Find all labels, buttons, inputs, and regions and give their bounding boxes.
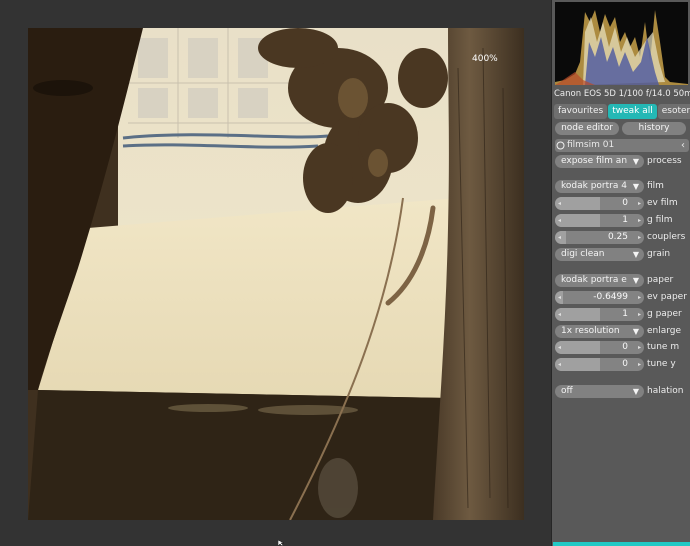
- slider-fill: [555, 308, 600, 321]
- tab-bar: favouritestweak allesoteric: [554, 104, 690, 120]
- module-toggle-icon[interactable]: [556, 141, 565, 150]
- tune-m-slider[interactable]: ◂ 0 ▸: [555, 341, 644, 354]
- param-grain: digi clean ▼ grain: [555, 248, 689, 262]
- tune-m-value: 0: [622, 342, 628, 352]
- photo-preview[interactable]: [28, 28, 524, 520]
- grain-select[interactable]: digi clean ▼: [555, 248, 644, 261]
- tune-y-slider[interactable]: ◂ 0 ▸: [555, 358, 644, 371]
- dropdown-arrow-icon: ▼: [632, 276, 639, 285]
- process-label: process: [647, 156, 682, 166]
- enlarge-label: enlarge: [647, 326, 682, 336]
- param-paper: kodak portra e ▼ paper: [555, 274, 689, 288]
- paper-label: paper: [647, 275, 674, 285]
- dropdown-arrow-icon: ▼: [632, 250, 639, 259]
- film-label: film: [647, 181, 664, 191]
- dropdown-arrow-icon: ▼: [632, 387, 639, 396]
- param-halation: off ▼ halation: [555, 385, 689, 399]
- enlarge-select[interactable]: 1x resolution ▼: [555, 325, 644, 338]
- increment-icon[interactable]: ▸: [638, 358, 641, 371]
- image-viewport[interactable]: 400%: [0, 0, 551, 546]
- histogram: [555, 2, 688, 85]
- tab-favourites[interactable]: favourites: [554, 104, 608, 119]
- decrement-icon[interactable]: ◂: [558, 197, 561, 210]
- g-film-label: g film: [647, 215, 673, 225]
- decrement-icon[interactable]: ◂: [558, 231, 561, 244]
- couplers-label: couplers: [647, 232, 686, 242]
- g-paper-label: g paper: [647, 309, 682, 319]
- param-g-paper: ◂ 1 ▸ g paper: [555, 308, 689, 322]
- param-g-film: ◂ 1 ▸ g film: [555, 214, 689, 228]
- param-ev-film: ◂ 0 ▸ ev film: [555, 197, 689, 211]
- tune-y-value: 0: [622, 359, 628, 369]
- param-tune-m: ◂ 0 ▸ tune m: [555, 341, 689, 355]
- mouse-cursor-icon: [278, 540, 285, 546]
- module-header[interactable]: filmsim 01 ‹: [555, 139, 689, 152]
- paper-select[interactable]: kodak portra e ▼: [555, 274, 644, 287]
- param-couplers: ◂ 0.25 ▸ couplers: [555, 231, 689, 245]
- slider-fill: [555, 358, 600, 371]
- increment-icon[interactable]: ▸: [638, 197, 641, 210]
- dropdown-arrow-icon: ▼: [632, 182, 639, 191]
- decrement-icon[interactable]: ◂: [558, 214, 561, 227]
- view-buttons-row: node editor history: [555, 122, 689, 136]
- progress-accent-bar: [553, 542, 690, 546]
- slider-fill: [555, 341, 600, 354]
- param-film: kodak portra 4 ▼ film: [555, 180, 689, 194]
- increment-icon[interactable]: ▸: [638, 291, 641, 304]
- histogram-graph: [555, 2, 688, 85]
- increment-icon[interactable]: ▸: [638, 341, 641, 354]
- decrement-icon[interactable]: ◂: [558, 291, 561, 304]
- ev-film-slider[interactable]: ◂ 0 ▸: [555, 197, 644, 210]
- increment-icon[interactable]: ▸: [638, 231, 641, 244]
- photo-image: [28, 28, 524, 520]
- dropdown-arrow-icon: ▼: [632, 327, 639, 336]
- g-film-slider[interactable]: ◂ 1 ▸: [555, 214, 644, 227]
- ev-film-label: ev film: [647, 198, 678, 208]
- zoom-level: 400%: [472, 54, 498, 64]
- camera-info: Canon EOS 5D 1/100 f/14.0 50m: [554, 89, 690, 99]
- node-editor-button[interactable]: node editor: [555, 122, 619, 135]
- ev-film-value: 0: [622, 198, 628, 208]
- halation-label: halation: [647, 386, 684, 396]
- process-select[interactable]: expose film an ▼: [555, 155, 644, 168]
- film-select[interactable]: kodak portra 4 ▼: [555, 180, 644, 193]
- couplers-slider[interactable]: ◂ 0.25 ▸: [555, 231, 644, 244]
- decrement-icon[interactable]: ◂: [558, 308, 561, 321]
- ev-paper-slider[interactable]: ◂ -0.6499 ▸: [555, 291, 644, 304]
- g-paper-slider[interactable]: ◂ 1 ▸: [555, 308, 644, 321]
- history-button[interactable]: history: [622, 122, 686, 135]
- param-ev-paper: ◂ -0.6499 ▸ ev paper: [555, 291, 689, 305]
- g-paper-value: 1: [622, 309, 628, 319]
- tune-m-label: tune m: [647, 342, 680, 352]
- decrement-icon[interactable]: ◂: [558, 358, 561, 371]
- grain-label: grain: [647, 249, 671, 259]
- param-tune-y: ◂ 0 ▸ tune y: [555, 358, 689, 372]
- param-enlarge: 1x resolution ▼ enlarge: [555, 325, 689, 339]
- dropdown-arrow-icon: ▼: [632, 157, 639, 166]
- increment-icon[interactable]: ▸: [638, 214, 641, 227]
- g-film-value: 1: [622, 215, 628, 225]
- decrement-icon[interactable]: ◂: [558, 341, 561, 354]
- module-name: filmsim 01: [567, 140, 615, 150]
- tab-tweak-all[interactable]: tweak all: [608, 104, 657, 119]
- chevron-left-icon[interactable]: ‹: [681, 139, 685, 152]
- ev-paper-value: -0.6499: [593, 292, 628, 302]
- halation-select[interactable]: off ▼: [555, 385, 644, 398]
- couplers-value: 0.25: [607, 232, 628, 242]
- tab-esoteric[interactable]: esoteric: [657, 104, 690, 119]
- ev-paper-label: ev paper: [647, 292, 687, 302]
- param-process: expose film an ▼ process: [555, 155, 689, 169]
- right-panel: Canon EOS 5D 1/100 f/14.0 50m favourites…: [551, 0, 690, 546]
- slider-fill: [555, 214, 600, 227]
- increment-icon[interactable]: ▸: [638, 308, 641, 321]
- slider-fill: [555, 197, 600, 210]
- tune-y-label: tune y: [647, 359, 676, 369]
